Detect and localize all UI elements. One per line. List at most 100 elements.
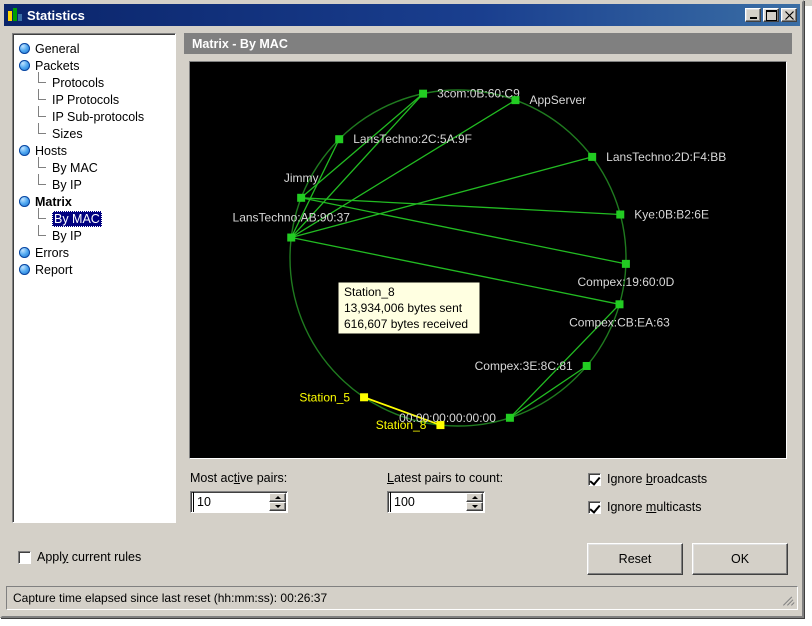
sidebar-item-label: Matrix xyxy=(35,194,72,209)
sidebar-item-sizes[interactable]: Sizes xyxy=(19,123,175,142)
navigation-tree[interactable]: General Packets Protocols IP Protocols IP Su… xyxy=(12,33,176,523)
sidebar-item-label: Packets xyxy=(35,58,80,73)
matrix-node[interactable] xyxy=(615,300,624,309)
latest-pairs-input[interactable]: 100 xyxy=(387,491,485,513)
dialog-footer: Apply current rules Reset OK xyxy=(4,533,800,585)
node-bullet-icon xyxy=(19,247,30,258)
node-bullet-icon xyxy=(19,60,30,71)
matrix-node[interactable] xyxy=(582,361,591,370)
sidebar-item-label: Sizes xyxy=(52,126,83,141)
stepper-up-button[interactable] xyxy=(466,493,483,502)
matrix-graph: LansTechno:AB:90:37 Jimmy LansTechno:2C:5A… xyxy=(233,87,727,432)
sidebar-item-general[interactable]: General xyxy=(19,40,175,57)
matrix-node-label: Kye:0B:B2:6E xyxy=(634,208,709,222)
most-active-pairs-stepper[interactable] xyxy=(269,493,286,511)
tree-connector-icon xyxy=(36,225,47,244)
most-active-pairs-input[interactable]: 10 xyxy=(190,491,288,513)
matrix-node[interactable] xyxy=(287,233,296,242)
sidebar-item-protocols[interactable]: Protocols xyxy=(19,72,175,91)
ignore-broadcasts-checkbox[interactable]: Ignore broadcasts xyxy=(588,472,707,486)
matrix-node-label: Compex:CB:EA:63 xyxy=(569,315,670,329)
sidebar-item-by-mac[interactable]: By MAC xyxy=(19,157,175,176)
latest-pairs-stepper[interactable] xyxy=(466,493,483,511)
statistics-dialog: Statistics General Packets Protocols IP … xyxy=(0,0,812,626)
matrix-node[interactable] xyxy=(621,259,630,268)
window-title: Statistics xyxy=(27,7,85,23)
tree-connector-icon xyxy=(36,123,47,142)
window-frame: Statistics General Packets Protocols IP … xyxy=(0,0,804,618)
tree-connector-icon xyxy=(36,174,47,193)
ok-button[interactable]: OK xyxy=(692,543,788,575)
sidebar-item-label: Hosts xyxy=(35,143,67,158)
matrix-node[interactable] xyxy=(436,421,445,430)
matrix-node-label: 3com:0B:60:C9 xyxy=(437,87,520,101)
latest-pairs-label: Latest pairs to count: xyxy=(387,471,504,485)
close-icon xyxy=(784,10,794,20)
matrix-node-label: LansTechno:2C:5A:9F xyxy=(353,132,472,146)
minimize-button[interactable] xyxy=(745,8,761,22)
ignore-multicasts-checkbox[interactable]: Ignore multicasts xyxy=(588,500,702,514)
window-buttons xyxy=(745,8,800,22)
sidebar-item-by-ip[interactable]: By IP xyxy=(19,174,175,193)
sidebar-item-ip-protocols[interactable]: IP Protocols xyxy=(19,89,175,108)
maximize-button[interactable] xyxy=(763,8,779,22)
reset-button[interactable]: Reset xyxy=(587,543,683,575)
matrix-node[interactable] xyxy=(588,152,597,161)
matrix-edge xyxy=(509,365,588,419)
status-text: Capture time elapsed since last reset (h… xyxy=(13,591,328,605)
client-area: General Packets Protocols IP Protocols IP Su… xyxy=(4,27,800,531)
title-bar[interactable]: Statistics xyxy=(4,4,800,26)
sidebar-item-errors[interactable]: Errors xyxy=(19,244,175,261)
window-shadow-bottom xyxy=(0,618,812,626)
sidebar-item-label: IP Sub-protocols xyxy=(52,109,145,124)
matrix-node-label: Jimmy xyxy=(284,171,319,185)
stepper-down-button[interactable] xyxy=(269,502,286,511)
sidebar-item-matrix[interactable]: Matrix xyxy=(19,193,175,210)
latest-pairs-value[interactable]: 100 xyxy=(390,492,466,512)
node-bullet-icon xyxy=(19,43,30,54)
sidebar-item-label: Errors xyxy=(35,245,70,260)
matrix-edge xyxy=(301,197,627,265)
checkbox-box[interactable] xyxy=(588,500,601,514)
most-active-pairs-label: Most active pairs: xyxy=(190,471,288,485)
node-tooltip: Station_8 13,934,006 bytes sent 616,607 by… xyxy=(337,281,481,335)
sidebar-item-label: By IP xyxy=(52,228,82,243)
matrix-node-label: Compex:3E:8C:81 xyxy=(475,359,573,373)
sidebar-item-hosts[interactable]: Hosts xyxy=(19,142,175,159)
ignore-broadcasts-label: Ignore broadcasts xyxy=(607,472,708,486)
sidebar-item-label: General xyxy=(35,41,80,56)
matrix-edge xyxy=(291,156,593,239)
apply-current-rules-checkbox[interactable]: Apply current rules xyxy=(18,550,141,564)
sidebar-item-by-ip[interactable]: By IP xyxy=(19,225,175,244)
sidebar-item-label: Report xyxy=(35,262,73,277)
sidebar-item-packets[interactable]: Packets xyxy=(19,57,175,74)
matrix-node-label: Compex:19:60:0D xyxy=(578,275,675,289)
sidebar-item-label: IP Protocols xyxy=(52,92,120,107)
status-bar: Capture time elapsed since last reset (h… xyxy=(6,586,798,610)
matrix-node-label: AppServer xyxy=(529,93,586,107)
ignore-multicasts-label: Ignore multicasts xyxy=(607,500,702,514)
matrix-node[interactable] xyxy=(335,135,344,144)
matrix-canvas[interactable]: LansTechno:AB:90:37 Jimmy LansTechno:2C:5A… xyxy=(189,61,787,459)
sidebar-item-ip-sub-protocols[interactable]: IP Sub-protocols xyxy=(19,106,175,125)
stepper-up-button[interactable] xyxy=(269,493,286,502)
close-button[interactable] xyxy=(781,8,797,22)
matrix-node[interactable] xyxy=(511,96,520,105)
matrix-node[interactable] xyxy=(505,413,514,422)
matrix-node[interactable] xyxy=(419,89,428,98)
most-active-pairs-value[interactable]: 10 xyxy=(193,492,269,512)
matrix-node[interactable] xyxy=(297,193,306,202)
sidebar-item-by-mac[interactable]: By MAC xyxy=(19,208,175,227)
matrix-node-label: LansTechno:AB:90:37 xyxy=(233,211,351,225)
checkbox-box[interactable] xyxy=(18,550,31,564)
checkbox-box[interactable] xyxy=(588,472,601,486)
matrix-node[interactable] xyxy=(616,210,625,219)
sidebar-item-report[interactable]: Report xyxy=(19,261,175,278)
window-shadow-right xyxy=(804,6,812,626)
matrix-controls: Most active pairs: 10 Latest pairs to co… xyxy=(184,465,792,523)
node-bullet-icon xyxy=(19,196,30,207)
stepper-down-button[interactable] xyxy=(466,502,483,511)
resize-grip[interactable] xyxy=(781,593,795,607)
matrix-node[interactable] xyxy=(360,393,369,402)
sidebar-item-label: By MAC xyxy=(52,210,102,227)
